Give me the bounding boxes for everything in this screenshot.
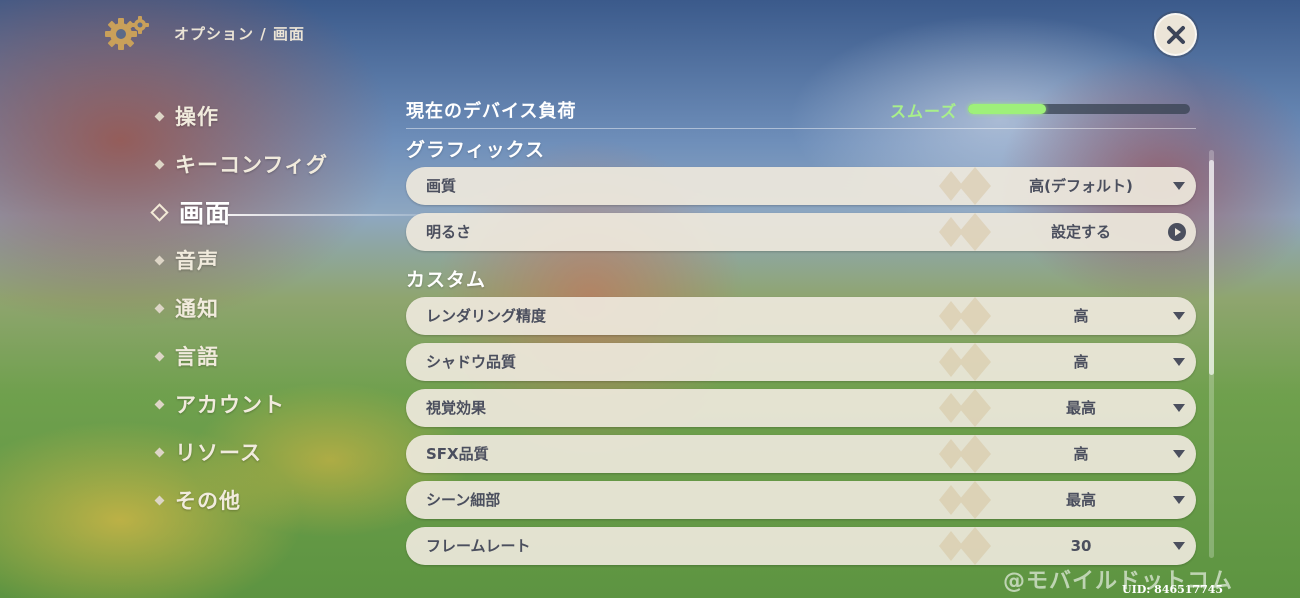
device-load-row: 現在のデバイス負荷 スムーズ: [406, 92, 1196, 129]
dropdown-arrow-icon[interactable]: [1173, 450, 1185, 458]
diamond-icon: [154, 159, 165, 169]
setting-value: 設定する: [1050, 223, 1111, 241]
setting-row-quality[interactable]: 画質 高(デフォルト): [406, 167, 1196, 205]
setting-row-shadow-quality[interactable]: シャドウ品質 高: [406, 343, 1196, 381]
setting-row-render-resolution[interactable]: レンダリング精度 高: [406, 297, 1196, 335]
sidebar-item-operation[interactable]: 操作: [150, 92, 328, 140]
sidebar-item-label: その他: [175, 489, 241, 513]
device-load-bar: [968, 104, 1190, 114]
close-button[interactable]: [1154, 13, 1197, 56]
diamond-icon: [154, 255, 165, 265]
setting-label: シャドウ品質: [426, 353, 517, 371]
gear-icon: [101, 12, 149, 54]
diamond-icon: [154, 111, 165, 121]
sidebar-item-label: キーコンフィグ: [175, 153, 328, 177]
breadcrumb: オプション / 画面: [174, 25, 305, 43]
sidebar-item-label: 言語: [175, 345, 219, 369]
setting-row-scene-detail[interactable]: シーン細部 最高: [406, 481, 1196, 519]
close-icon: [1166, 25, 1185, 44]
setting-value: 最高: [1065, 399, 1096, 417]
device-load-title: 現在のデバイス負荷: [406, 101, 577, 122]
dropdown-arrow-icon[interactable]: [1173, 404, 1185, 412]
scrollbar[interactable]: [1209, 150, 1214, 558]
dropdown-arrow-icon[interactable]: [1173, 358, 1185, 366]
sidebar-item-label: 画面: [179, 199, 232, 228]
diamond-icon: [154, 495, 165, 505]
setting-value: 最高: [1065, 491, 1096, 509]
sidebar-item-label: 通知: [175, 297, 219, 321]
navigate-arrow-icon[interactable]: [1168, 223, 1186, 241]
dropdown-arrow-icon[interactable]: [1173, 496, 1185, 504]
sidebar-item-language[interactable]: 言語: [150, 332, 328, 380]
setting-value: 高: [1073, 353, 1089, 371]
setting-label: SFX品質: [426, 445, 489, 463]
scrollbar-thumb[interactable]: [1209, 160, 1214, 375]
setting-label: 明るさ: [426, 223, 472, 241]
setting-label: シーン細部: [426, 491, 501, 509]
diamond-icon: [154, 399, 165, 409]
setting-value: 高(デフォルト): [1029, 177, 1133, 195]
setting-row-sfx-quality[interactable]: SFX品質 高: [406, 435, 1196, 473]
setting-label: フレームレート: [426, 537, 531, 555]
sidebar-item-label: 操作: [175, 105, 219, 129]
setting-row-visual-effects[interactable]: 視覚効果 最高: [406, 389, 1196, 427]
sidebar: 操作 キーコンフィグ 画面 音声 通知 言語 アカウント リソース その他: [150, 92, 468, 524]
device-load-fill: [968, 104, 1046, 114]
settings-panel: 現在のデバイス負荷 スムーズ グラフィックス 画質 高(デフォルト) 明るさ 設…: [406, 92, 1196, 573]
setting-row-brightness[interactable]: 明るさ 設定する: [406, 213, 1196, 251]
sidebar-item-other[interactable]: その他: [150, 476, 328, 524]
setting-value: 30: [1070, 537, 1092, 555]
sidebar-item-keyconfig[interactable]: キーコンフィグ: [150, 140, 328, 188]
sidebar-item-label: リソース: [175, 441, 262, 465]
sidebar-item-resources[interactable]: リソース: [150, 428, 328, 476]
setting-value: 高: [1073, 307, 1089, 325]
diamond-outline-icon: [150, 202, 169, 222]
diamond-icon: [154, 447, 165, 457]
setting-row-frame-rate[interactable]: フレームレート 30: [406, 527, 1196, 565]
diamond-icon: [154, 351, 165, 361]
section-title-custom: カスタム: [406, 268, 487, 291]
sidebar-item-display[interactable]: 画面: [150, 188, 468, 236]
sidebar-item-audio[interactable]: 音声: [150, 236, 328, 284]
section-title-graphics: グラフィックス: [406, 138, 546, 161]
device-load-status: スムーズ: [890, 102, 958, 121]
setting-label: レンダリング精度: [426, 307, 547, 325]
sidebar-item-notifications[interactable]: 通知: [150, 284, 328, 332]
sidebar-item-account[interactable]: アカウント: [150, 380, 328, 428]
setting-label: 画質: [426, 177, 457, 195]
setting-label: 視覚効果: [426, 399, 487, 417]
diamond-icon: [154, 303, 165, 313]
dropdown-arrow-icon[interactable]: [1173, 542, 1185, 550]
dropdown-arrow-icon[interactable]: [1173, 312, 1185, 320]
setting-value: 高: [1073, 445, 1089, 463]
sidebar-item-label: アカウント: [175, 393, 285, 417]
uid-label: UID: 846517745: [1122, 583, 1224, 596]
dropdown-arrow-icon[interactable]: [1173, 182, 1185, 190]
sidebar-item-label: 音声: [175, 249, 219, 273]
